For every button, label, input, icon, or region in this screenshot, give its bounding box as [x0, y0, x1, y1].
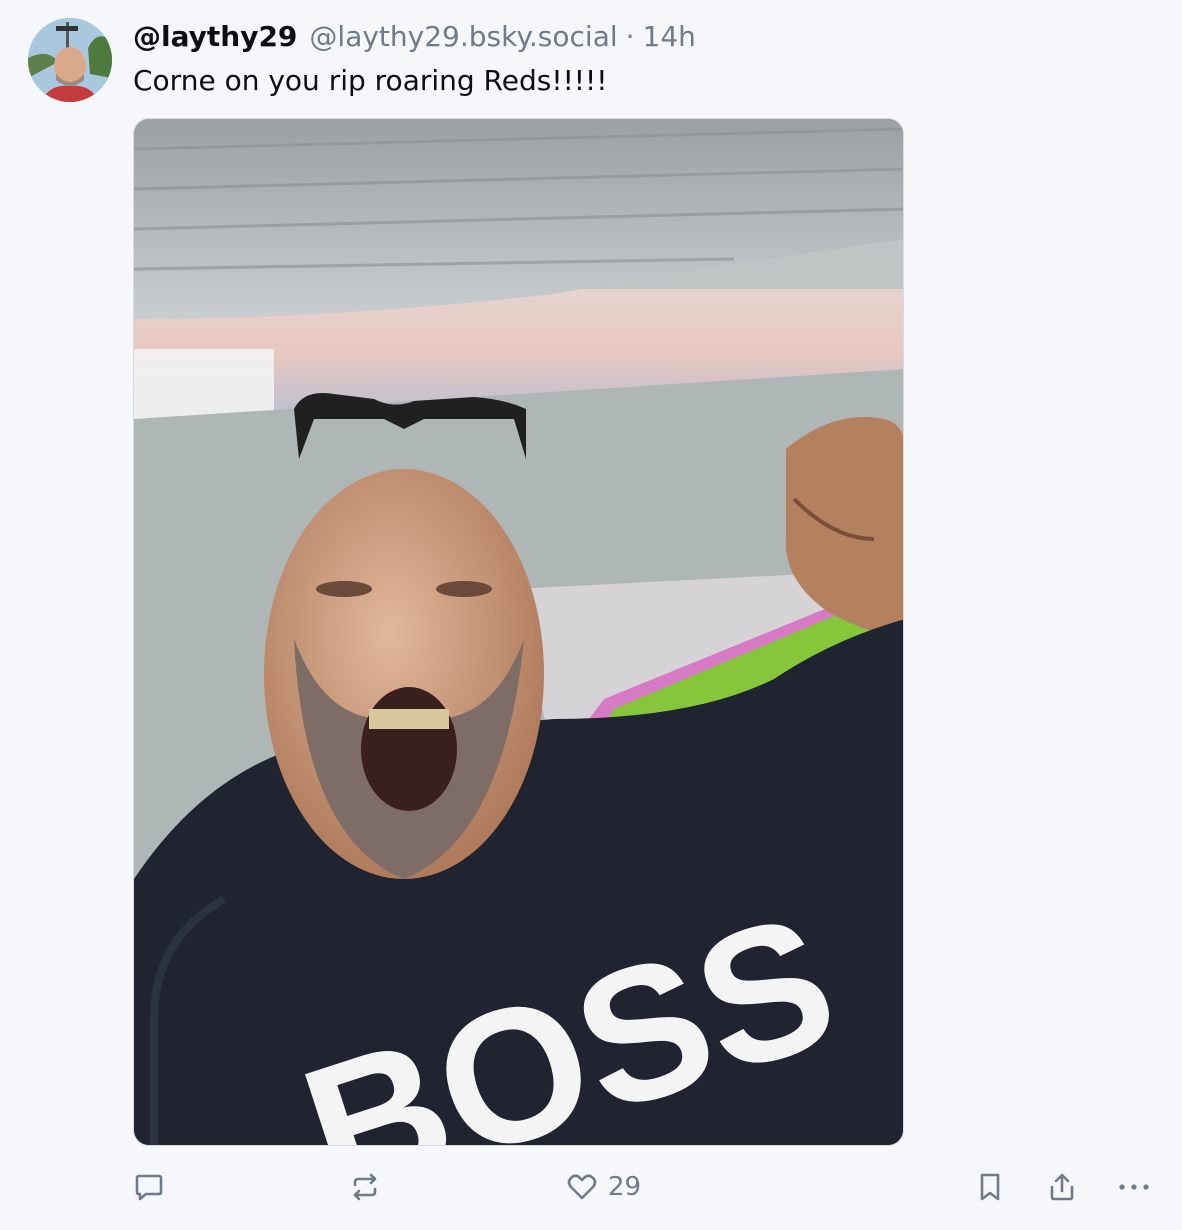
repost-button[interactable]	[349, 1162, 381, 1212]
author-avatar[interactable]	[28, 18, 112, 102]
post-timestamp[interactable]: 14h	[643, 18, 696, 56]
post[interactable]: @laythy29 @laythy29.bsky.social · 14h Co…	[0, 0, 1182, 1230]
reply-button[interactable]	[133, 1162, 165, 1212]
heart-icon	[567, 1174, 597, 1200]
stadium-selfie-photo: BOSS	[134, 119, 903, 1145]
avatar-image	[28, 18, 112, 102]
post-image[interactable]: BOSS	[133, 118, 904, 1146]
bookmark-button[interactable]	[975, 1162, 1005, 1212]
author-display-name[interactable]: @laythy29	[133, 18, 297, 56]
ellipsis-icon	[1119, 1184, 1149, 1190]
post-text: Corne on you rip roaring Reds!!!!!	[133, 64, 608, 97]
post-header: @laythy29 @laythy29.bsky.social · 14h	[133, 18, 696, 56]
like-button[interactable]: 29	[566, 1162, 641, 1212]
repost-arrows-icon	[353, 1173, 377, 1201]
post-actions: 29	[0, 1162, 1182, 1212]
bookmark-icon	[980, 1173, 1000, 1201]
separator-dot: ·	[625, 20, 635, 53]
more-options-button[interactable]	[1116, 1162, 1152, 1212]
share-upload-icon	[1050, 1173, 1074, 1201]
speech-bubble-icon	[135, 1174, 163, 1201]
share-button[interactable]	[1046, 1162, 1078, 1212]
author-handle[interactable]: @laythy29.bsky.social	[309, 18, 617, 56]
like-count: 29	[608, 1172, 642, 1202]
